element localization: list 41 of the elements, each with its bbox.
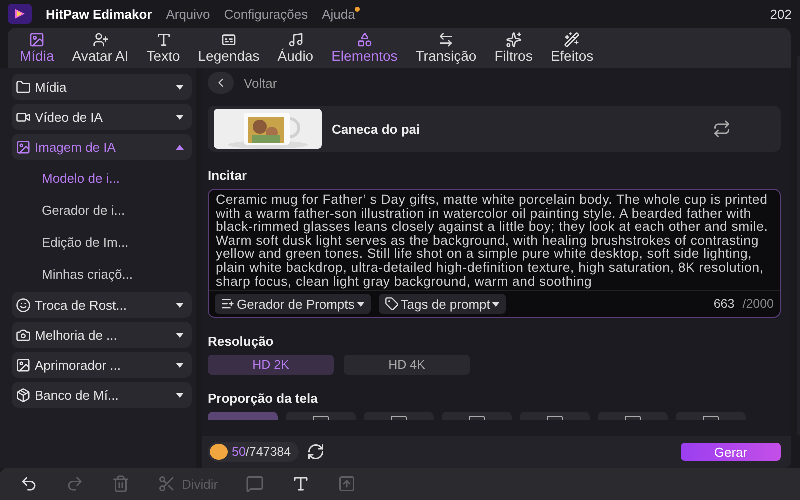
sidebar-subitem[interactable]: Modelo de i... — [12, 164, 192, 192]
sidebar-item[interactable]: Troca de Rost... — [12, 292, 192, 318]
resolution-option[interactable]: HD 2K — [208, 355, 334, 376]
generate-button[interactable]: Gerar — [681, 443, 781, 461]
prompt-text: Ceramic mug for Father’ s Day gifts, matte white porcelain body. The whole cup is printed with a warm father-son illustration in watercolor oil painting style. A bearded father with black-rimmed glasses leans closely against a little boy; they look at each other and smile. Warm soft dusk light serves as the background, with healing brushstrokes of contrasting yellow and green tones. Still life shot on a simple pure white desktop, soft side lighting, plain white backdrop, ultra-detailed high-definition texture, high saturation, 8K resolution, sharp focus, clean light gray background, warm and soothing — [215, 191, 770, 290]
prompt-tool-button[interactable]: Tags de prompt — [378, 294, 506, 314]
sidebar-subitem[interactable]: Minhas criaçõ... — [12, 260, 192, 288]
resolution-option[interactable]: HD 4K — [344, 355, 470, 376]
menu-item[interactable]: Ajuda — [322, 6, 356, 22]
year-text: 202 — [770, 6, 792, 22]
section-label: Incitar — [208, 168, 248, 183]
prompt-tool-button[interactable]: Gerador de Prompts — [215, 294, 371, 314]
tab[interactable]: Efeitos — [542, 28, 602, 68]
menu-item[interactable]: Configurações — [224, 6, 308, 22]
menu-item[interactable]: Arquivo — [166, 6, 210, 22]
tab[interactable]: Legendas — [190, 28, 268, 68]
sidebar-item[interactable]: Mídia — [12, 74, 192, 100]
sidebar-item[interactable]: Aprimorador ... — [12, 352, 192, 378]
section-label: Resolução — [208, 334, 275, 350]
template-card[interactable]: Caneca do pai — [208, 106, 781, 152]
tab[interactable]: Filtros — [486, 28, 541, 68]
sidebar-item[interactable]: Vídeo de IA — [12, 104, 192, 130]
character-limit: /2000 — [742, 297, 774, 312]
section-label: Proporção da tela — [208, 391, 319, 406]
tab[interactable]: Mídia — [12, 28, 62, 68]
character-count: 663 — [714, 297, 735, 312]
template-name: Caneca do pai — [332, 122, 422, 136]
sidebar-subitem[interactable]: Edição de Im... — [12, 228, 192, 256]
tab[interactable]: Áudio — [270, 28, 322, 68]
sidebar-item[interactable]: Banco de Mí... — [12, 382, 192, 408]
sidebar-subitem[interactable]: Gerador de i... — [12, 196, 192, 224]
tab[interactable]: Transição — [408, 28, 485, 68]
app-title: HitPaw Edimakor — [46, 6, 152, 22]
back-label[interactable]: Voltar — [244, 76, 278, 90]
sidebar-item[interactable]: Melhoria de ... — [12, 322, 192, 348]
credits-total: /747384 — [246, 445, 292, 459]
credits-used: 50 — [232, 445, 246, 459]
sidebar-item[interactable]: Imagem de IA — [12, 134, 192, 160]
tab[interactable]: Elementos — [324, 28, 406, 68]
tab[interactable]: Texto — [138, 28, 188, 68]
tab[interactable]: Avatar AI — [64, 28, 137, 68]
